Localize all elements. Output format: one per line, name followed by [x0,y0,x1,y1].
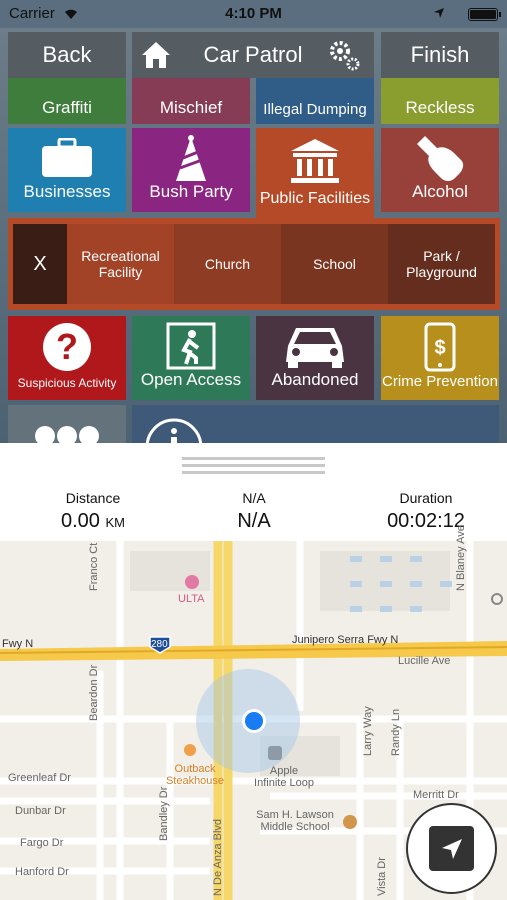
bottle-icon [381,134,499,184]
map-label-larry: Larry Way [362,706,374,756]
close-subcategory-button[interactable]: X [13,224,67,304]
tile-label: Crime Prevention [382,373,498,390]
question-icon: ? [8,322,126,372]
svg-text:?: ? [56,326,78,367]
tile-info[interactable] [132,405,499,443]
info-icon [144,417,204,443]
na-label: N/A [242,490,266,506]
tile-label: Graffiti [42,98,92,117]
settings-gears-icon[interactable] [328,37,362,79]
battery-icon [468,8,501,21]
tile-reckless[interactable]: Reckless [381,76,499,124]
duration-stat: Duration 00:02:12 [366,490,486,533]
navigation-arrow-icon [429,826,474,871]
tile-public-facilities[interactable]: Public Facilities [256,128,374,218]
duration-value: 00:02:12 [387,510,465,532]
map-label-merritt: Merritt Dr [413,789,459,801]
location-arrow-icon [433,6,445,23]
map-label-interstate: 280 [151,639,168,650]
drag-handle-line [182,464,325,467]
back-label: Back [42,42,92,67]
map-label-fargo: Fargo Dr [20,837,64,849]
car-icon [256,322,374,370]
tile-label: Abandoned [271,370,359,389]
courthouse-icon [256,138,374,184]
map-label-hanford: Hanford Dr [15,866,69,878]
na-stat: N/A N/A [203,490,305,533]
drag-handle[interactable] [182,457,325,460]
tile-label: Mischief [159,98,223,117]
na-value: N/A [237,510,271,532]
home-icon[interactable] [140,39,172,77]
briefcase-icon [8,138,126,178]
party-hat-icon [132,134,250,184]
tile-open-access[interactable]: Open Access [132,316,250,400]
exit-door-icon [132,322,250,370]
map-label-randy: Randy Ln [390,708,402,756]
clock: 4:10 PM [225,5,282,22]
page-title: Car Patrol [203,42,303,67]
distance-label: Distance [65,490,121,506]
tile-bush-party[interactable]: Bush Party [132,128,250,212]
tile-graffiti[interactable]: Graffiti [8,76,126,124]
subcategory-park-playground[interactable]: Park / Playground [388,224,495,304]
tile-illegal-dumping[interactable]: Illegal Dumping [256,76,374,124]
map-label-bandley: Bandley Dr [158,786,170,841]
tile-label: Bush Party [149,182,233,201]
title-bar: Car Patrol [132,32,374,78]
finish-label: Finish [410,42,470,67]
map-label-ulta: ULTA [178,593,205,605]
drag-handle-line [182,471,325,474]
back-button[interactable]: Back [8,32,126,78]
map-label-apple: Apple Infinite Loop [254,765,314,789]
tracking-panel: Distance 0.00 KM N/A N/A Duration 00:02:… [0,443,507,541]
tile-label: Businesses [23,182,111,201]
map-label-vista: Vista Dr [376,857,388,896]
subcategory-panel: X Recreational Facility Church School Pa… [8,218,500,310]
tile-alcohol[interactable]: Alcohol [381,128,499,212]
subcategory-church[interactable]: Church [174,224,281,304]
tile-crime-prevention[interactable]: $ Crime Prevention [381,316,499,400]
map-label-lucille: Lucille Ave [398,655,451,667]
tile-label: Public Facilities [259,190,371,207]
map-label-dunbar: Dunbar Dr [15,805,66,817]
distance-stat: Distance 0.00 KM [30,490,156,533]
distance-value: 0.00 KM [61,510,125,532]
tile-more[interactable] [8,405,126,443]
map-label-franco: Franco Ct [88,542,100,591]
tile-label: Alcohol [412,182,468,201]
duration-label: Duration [399,490,453,506]
map-label-greenleaf: Greenleaf Dr [8,772,71,784]
subcategory-recreational-facility[interactable]: Recreational Facility [67,224,174,304]
subcategory-school[interactable]: School [281,224,388,304]
tile-suspicious-activity[interactable]: ? Suspicious Activity [8,316,126,400]
tile-abandoned[interactable]: Abandoned [256,316,374,400]
tile-label: Open Access [140,370,242,389]
more-dots-icon [8,425,126,443]
map-label-lawson: Sam H. Lawson Middle School [256,809,334,833]
tile-label: Reckless [405,98,475,117]
tile-businesses[interactable]: Businesses [8,128,126,212]
map-label-freeway: Junipero Serra Fwy N [292,634,399,646]
map-label-fwy-left: Fwy N [2,638,34,650]
status-bar: Carrier 4:10 PM [0,0,507,28]
map-label-beardon: Beardon Dr [88,664,100,721]
map-label-deanza: N De Anza Blvd [212,818,224,896]
recenter-location-button[interactable] [406,803,497,894]
finish-button[interactable]: Finish [381,32,499,78]
tile-mischief[interactable]: Mischief [132,76,250,124]
phone-dollar-icon: $ [381,322,499,372]
map-label-blaney: N Blaney Ave [455,525,467,591]
svg-text:$: $ [434,337,445,359]
map-label-outback: Outback Steakhouse [165,763,225,787]
tile-label: Illegal Dumping [263,101,367,118]
tile-label: Suspicious Activity [17,376,117,390]
